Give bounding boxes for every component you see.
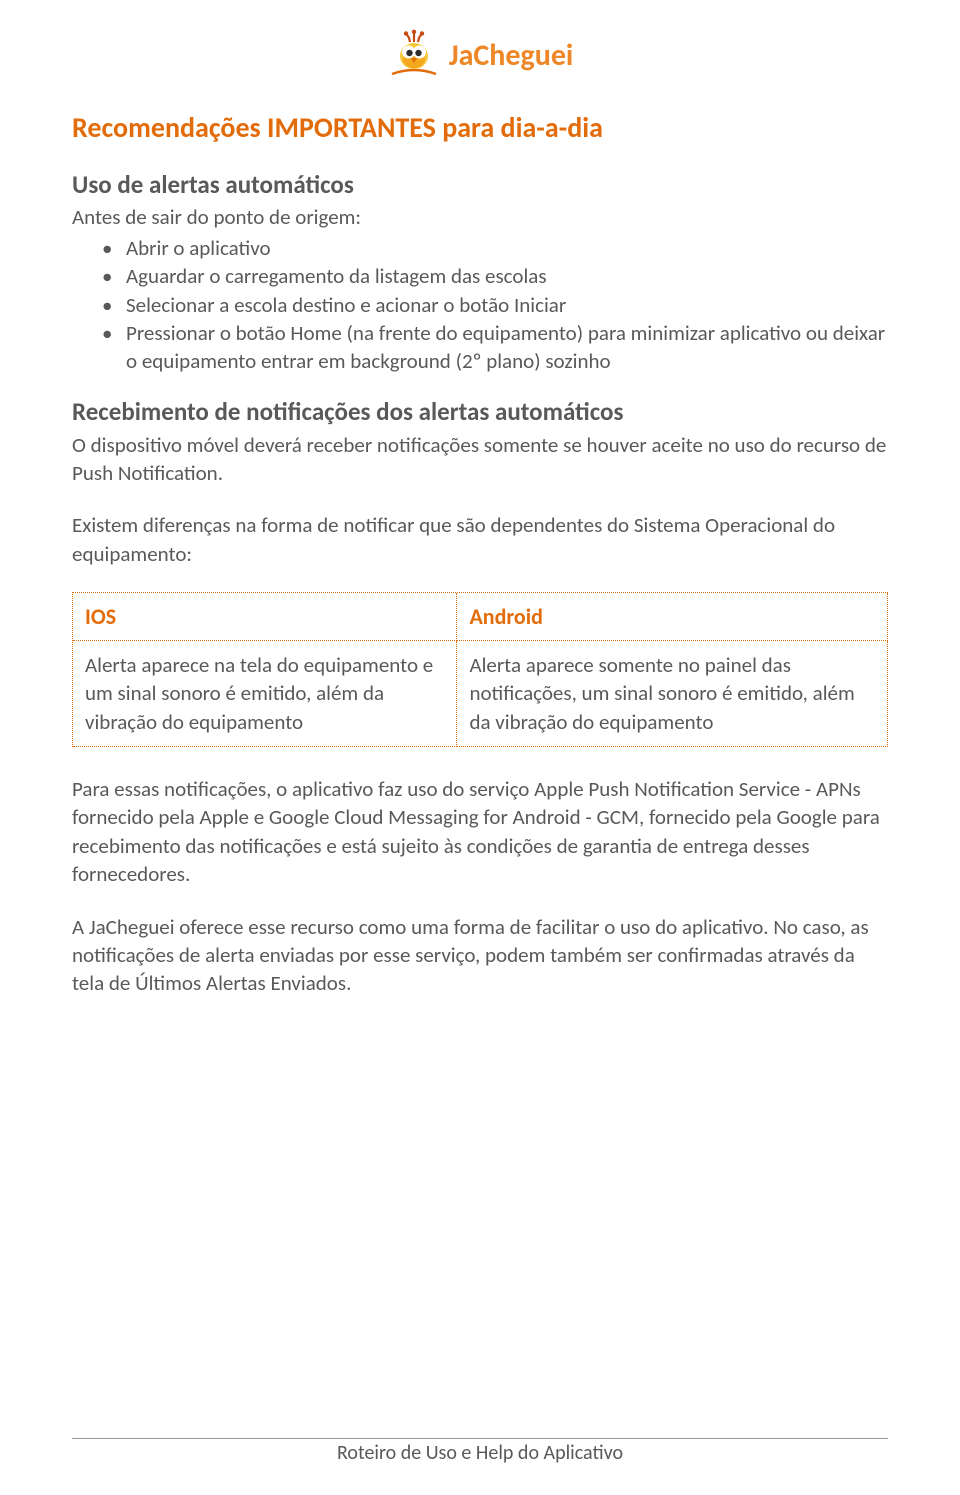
table-header-android: Android — [457, 593, 888, 641]
bullet-list: Abrir o aplicativo Aguardar o carregamen… — [72, 234, 888, 376]
os-comparison-table: IOS Alerta aparece na tela do equipament… — [72, 592, 888, 747]
table-column-android: Android Alerta aparece somente no painel… — [457, 593, 888, 747]
table-column-ios: IOS Alerta aparece na tela do equipament… — [73, 593, 457, 747]
section-heading-alerts: Uso de alertas automáticos — [72, 169, 888, 200]
list-item: Pressionar o botão Home (na frente do eq… — [102, 319, 888, 376]
brand-name: JaCheguei — [449, 37, 574, 74]
bird-icon — [387, 28, 441, 82]
list-item: Abrir o aplicativo — [102, 234, 888, 262]
section-lead: Antes de sair do ponto de origem: — [72, 204, 888, 230]
brand-header: JaCheguei — [72, 28, 888, 82]
section-heading-notifications: Recebimento de notificações dos alertas … — [72, 396, 888, 427]
table-cell-ios: Alerta aparece na tela do equipamento e … — [73, 641, 457, 747]
body-paragraph: A JaCheguei oferece esse recurso como um… — [72, 913, 888, 998]
body-paragraph: Existem diferenças na forma de notificar… — [72, 511, 888, 568]
table-header-ios: IOS — [73, 593, 457, 641]
table-cell-android: Alerta aparece somente no painel das not… — [457, 641, 888, 747]
list-item: Aguardar o carregamento da listagem das … — [102, 262, 888, 290]
brand-logo: JaCheguei — [387, 28, 574, 82]
body-paragraph: Para essas notificações, o aplicativo fa… — [72, 775, 888, 888]
page-title: Recomendações IMPORTANTES para dia-a-dia — [72, 110, 888, 145]
body-paragraph: O dispositivo móvel deverá receber notif… — [72, 431, 888, 488]
page-footer: Roteiro de Uso e Help do Aplicativo — [72, 1438, 888, 1465]
footer-text: Roteiro de Uso e Help do Aplicativo — [337, 1441, 623, 1465]
list-item: Selecionar a escola destino e acionar o … — [102, 291, 888, 319]
